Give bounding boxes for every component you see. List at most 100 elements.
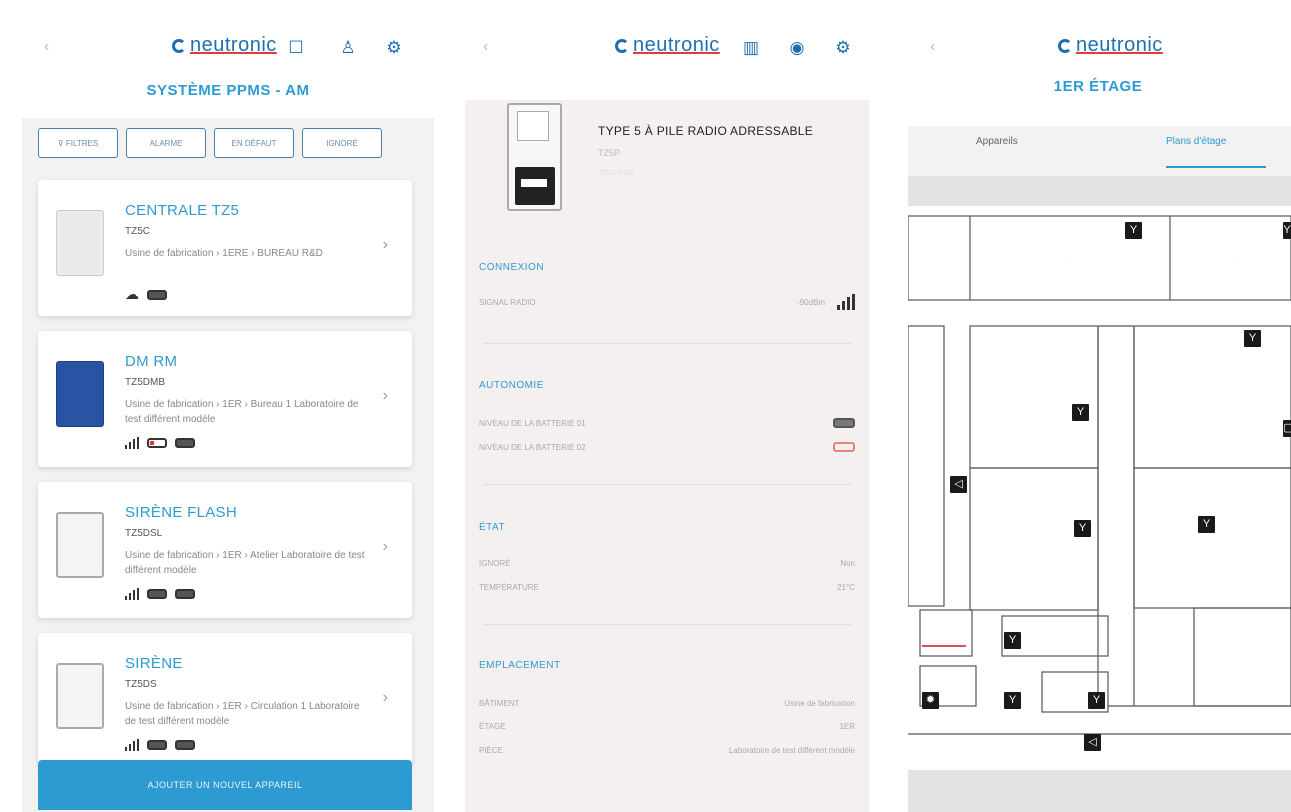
neutronic-logo: neutronic <box>172 34 277 57</box>
neutronic-logo: neutronic <box>1058 34 1163 57</box>
section-heading-etat: ÉTAT <box>479 522 506 533</box>
add-device-button[interactable]: AJOUTER UN NOUVEL APPAREIL <box>38 760 412 810</box>
chevron-right-icon: › <box>382 538 388 555</box>
device-code: TZ5DS <box>125 679 157 690</box>
device-title: CENTRALE TZ5 <box>125 202 240 219</box>
plan-header-band <box>908 176 1291 206</box>
siren-marker-icon[interactable]: ◁ <box>1084 734 1101 751</box>
filter-icon: ⊽ <box>57 138 66 148</box>
device-location: Usine de fabrication › 1ERE › BUREAU R&D <box>125 248 323 259</box>
tab-bar: Appareils Plans d'étage <box>908 126 1291 176</box>
battery-row: NIVEAU DE LA BATTERIE 01 <box>479 418 855 428</box>
detector-marker-icon[interactable]: Y <box>1244 330 1261 347</box>
floor-plan[interactable]: · · Y Y Y Y ▢ ◁ Y Y Y ✹ Y Y ◁ <box>908 206 1291 756</box>
status-icons <box>125 739 195 751</box>
back-icon[interactable]: ‹ <box>44 38 49 56</box>
battery-row: NIVEAU DE LA BATTERIE 02 <box>479 442 855 452</box>
cloud-icon: ☁ <box>125 286 139 302</box>
battery-full-icon <box>175 740 195 750</box>
section-heading-emplacement: EMPLACEMENT <box>479 660 561 671</box>
floor-row: ÉTAGE 1ER <box>479 722 855 731</box>
logo-mark-icon <box>172 38 186 53</box>
detector-marker-icon[interactable]: ▢ <box>1283 420 1291 437</box>
battery-full-icon <box>833 418 855 428</box>
battery-empty-icon <box>833 442 855 452</box>
top-bar: ‹ neutronic ▥ ◉ ⚙ <box>465 0 869 100</box>
battery-full-icon <box>175 589 195 599</box>
signal-icon <box>125 588 139 600</box>
divider <box>483 624 851 625</box>
signal-icon <box>125 739 139 751</box>
active-tab-indicator <box>1166 166 1266 168</box>
device-location: Usine de fabrication › 1ER › Circulation… <box>125 701 360 727</box>
status-icons <box>125 588 195 600</box>
device-detail-screen: ‹ neutronic ▥ ◉ ⚙ TYPE 5 À PILE RADIO AD… <box>465 0 869 812</box>
signal-row: SIGNAL RADIO -90dBm <box>479 294 855 310</box>
settings-icon[interactable]: ⚙ <box>833 38 853 58</box>
devices-list-screen: ‹ neutronic ☐ ♙ ⚙ SYSTÈME PPMS - AM ⊽ FI… <box>22 0 434 812</box>
chevron-right-icon: › <box>382 236 388 253</box>
top-bar: ‹ neutronic ☐ ♙ ⚙ SYSTÈME PPMS - AM <box>22 0 434 100</box>
calendar-icon[interactable]: ☐ <box>286 38 306 58</box>
detector-marker-icon[interactable]: Y <box>1198 516 1215 533</box>
device-card[interactable]: CENTRALE TZ5 TZ5C Usine de fabrication ›… <box>38 180 412 316</box>
building-row: BÂTIMENT Usine de fabrication <box>479 699 855 708</box>
section-heading-autonomie: AUTONOMIE <box>479 380 544 391</box>
battery-full-icon <box>147 740 167 750</box>
divider <box>483 484 851 485</box>
filter-button[interactable]: ⊽ FILTRES <box>38 128 118 158</box>
svg-text:·: · <box>1068 254 1070 260</box>
settings-icon[interactable]: ⚙ <box>384 38 404 58</box>
detector-marker-icon[interactable]: Y <box>1004 692 1021 709</box>
siren-marker-icon[interactable]: ◁ <box>950 476 967 493</box>
tab-appareils[interactable]: Appareils <box>976 136 1018 147</box>
device-thumbnail <box>56 361 104 427</box>
device-card[interactable]: SIRÈNE FLASH TZ5DSL Usine de fabrication… <box>38 482 412 618</box>
temperature-row: TEMPÉRATURE 21°C <box>479 583 855 592</box>
detector-marker-icon[interactable]: Y <box>1283 222 1291 239</box>
device-location: Usine de fabrication › 1ER › Bureau 1 La… <box>125 399 359 425</box>
battery-full-icon <box>147 289 167 300</box>
map-icon[interactable]: ▥ <box>741 38 761 58</box>
detector-marker-icon[interactable]: Y <box>1088 692 1105 709</box>
device-thumbnail <box>56 210 104 276</box>
filter-chip-ignore[interactable]: IGNORÉ <box>302 128 382 158</box>
device-code: TZ5C <box>125 226 150 237</box>
logo-mark-icon <box>1058 38 1072 53</box>
section-heading-connexion: CONNEXION <box>479 262 545 273</box>
device-code: TZ5P <box>598 148 621 158</box>
device-title: SIRÈNE FLASH <box>125 504 237 521</box>
signal-icon <box>837 294 855 310</box>
flash-marker-icon[interactable]: ✹ <box>922 692 939 709</box>
device-thumbnail <box>56 663 104 729</box>
back-icon[interactable]: ‹ <box>930 38 935 56</box>
page-title: 1ER ÉTAGE <box>1053 78 1143 95</box>
chevron-right-icon: › <box>382 689 388 706</box>
page-title: SYSTÈME PPMS - AM <box>146 82 310 99</box>
status-icons <box>125 437 195 449</box>
plan-footer-band <box>908 770 1291 812</box>
detector-marker-icon[interactable]: Y <box>1004 632 1021 649</box>
location-icon[interactable]: ◉ <box>787 38 807 58</box>
device-card[interactable]: SIRÈNE TZ5DS Usine de fabrication › 1ER … <box>38 633 412 769</box>
filter-chip-alarme[interactable]: ALARME <box>126 128 206 158</box>
detector-marker-icon[interactable]: Y <box>1072 404 1089 421</box>
filter-chip-defaut[interactable]: EN DÉFAUT <box>214 128 294 158</box>
divider <box>483 343 851 344</box>
device-code: TZ5DMB <box>125 377 165 388</box>
device-card[interactable]: DM RM TZ5DMB Usine de fabrication › 1ER … <box>38 331 412 467</box>
floor-plan-screen: ‹ neutronic 1ER ÉTAGE Appareils Plans d'… <box>908 0 1291 812</box>
device-location: Usine de fabrication › 1ER › Atelier Lab… <box>125 550 365 576</box>
filter-bar: ⊽ FILTRES ALARME EN DÉFAUT IGNORÉ <box>38 128 382 158</box>
back-icon[interactable]: ‹ <box>483 38 488 56</box>
device-image <box>507 103 562 211</box>
device-title: SIRÈNE <box>125 655 183 672</box>
detector-marker-icon[interactable]: Y <box>1125 222 1142 239</box>
battery-full-icon <box>175 438 195 448</box>
users-icon[interactable]: ♙ <box>338 38 358 58</box>
battery-full-icon <box>147 589 167 599</box>
room-row: PIÈCE Laboratoire de test différent modè… <box>479 746 855 755</box>
tab-plans-etage[interactable]: Plans d'étage <box>1166 136 1226 147</box>
battery-low-icon <box>147 438 167 448</box>
detector-marker-icon[interactable]: Y <box>1074 520 1091 537</box>
